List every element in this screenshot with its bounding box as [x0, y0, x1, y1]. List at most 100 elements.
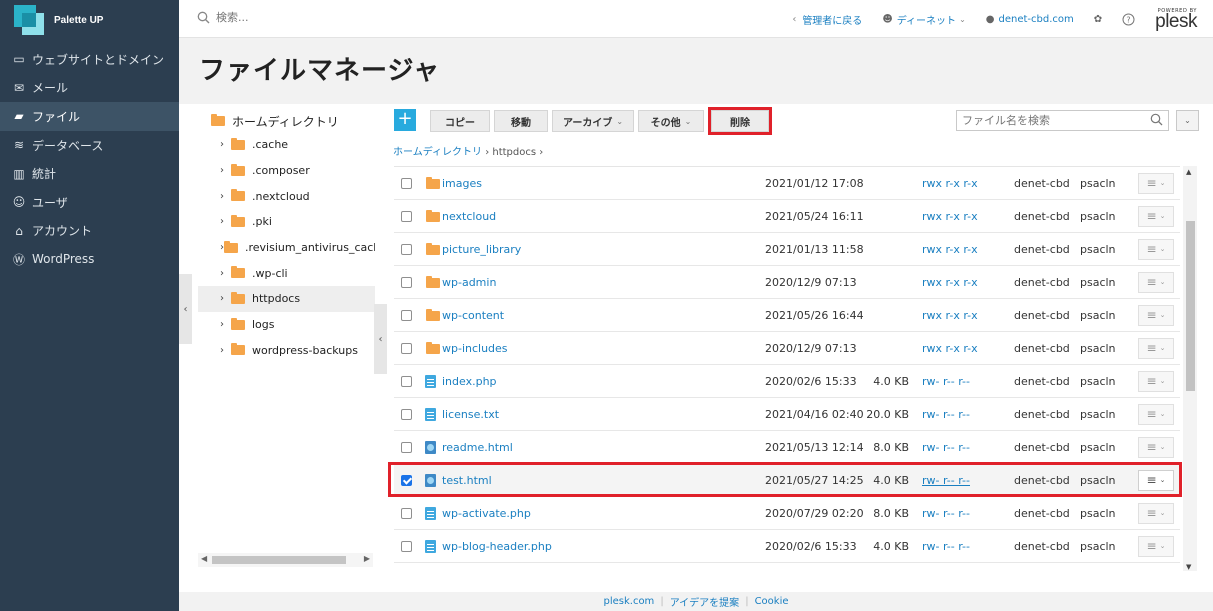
tree-item[interactable]: › .composer: [198, 158, 375, 184]
file-name[interactable]: images: [442, 177, 482, 190]
nav-item-monitor[interactable]: ▭ ウェブサイトとドメイン: [0, 45, 179, 74]
scroll-left-icon[interactable]: ◀: [201, 554, 207, 563]
search-icon[interactable]: [1150, 113, 1168, 129]
chevron-right-icon[interactable]: ›: [220, 139, 231, 150]
move-button[interactable]: 移動: [494, 110, 548, 132]
row-menu-button[interactable]: ≡ ⌄: [1138, 271, 1174, 293]
file-permissions[interactable]: rw- r-- r--: [922, 474, 970, 487]
file-checkbox[interactable]: [401, 540, 412, 552]
user-menu[interactable]: ☻ ディーネット ⌄: [882, 12, 965, 27]
file-row[interactable]: license.txt 2021/04/16 02:40 20.0 KB rw- r-…: [394, 398, 1180, 431]
file-name[interactable]: wp-content: [442, 309, 504, 322]
file-checkbox[interactable]: [401, 276, 412, 288]
footer-link[interactable]: Cookie: [749, 596, 795, 607]
file-permissions[interactable]: rwx r-x r-x: [922, 210, 978, 223]
tree-item[interactable]: › .wp-cli: [198, 260, 375, 286]
file-permissions[interactable]: rwx r-x r-x: [922, 309, 978, 322]
row-menu-button[interactable]: ≡ ⌄: [1138, 304, 1174, 326]
row-menu-button[interactable]: ≡ ⌄: [1138, 535, 1174, 557]
tree-item[interactable]: › .cache: [198, 132, 375, 158]
brand[interactable]: Palette UP: [0, 0, 179, 40]
file-row[interactable]: wp-blog-header.php 2020/02/6 15:33 4.0 KB r…: [394, 530, 1180, 563]
chevron-right-icon[interactable]: ›: [220, 345, 231, 356]
nav-item-user[interactable]: ☺ ユーザ: [0, 188, 179, 217]
chevron-right-icon[interactable]: ›: [220, 165, 231, 176]
file-name[interactable]: test.html: [442, 474, 492, 487]
file-row[interactable]: picture_library 2021/01/13 11:58 rwx r-x r…: [394, 233, 1180, 266]
tree-scroll-thumb[interactable]: [212, 556, 346, 564]
nav-item-stats[interactable]: ▥ 統計: [0, 159, 179, 188]
file-name[interactable]: picture_library: [442, 243, 521, 256]
tree-horizontal-scrollbar[interactable]: ◀ ▶: [198, 553, 373, 567]
file-row[interactable]: index.php 2020/02/6 15:33 4.0 KB rw- r-- r-…: [394, 365, 1180, 398]
collapse-nav-button[interactable]: ‹: [179, 274, 192, 344]
row-menu-button[interactable]: ≡ ⌄: [1138, 370, 1174, 392]
row-menu-button[interactable]: ≡ ⌄: [1138, 172, 1174, 194]
tree-item[interactable]: › .pki: [198, 209, 375, 235]
nav-item-wordpress[interactable]: Ⓦ WordPress: [0, 245, 179, 274]
tree-item[interactable]: › httpdocs: [198, 286, 375, 312]
tree-item[interactable]: › .revisium_antivirus_cache: [198, 235, 375, 261]
file-permissions[interactable]: rw- r-- r--: [922, 441, 970, 454]
file-checkbox[interactable]: [401, 243, 412, 255]
help-icon[interactable]: ?: [1122, 13, 1135, 26]
file-row[interactable]: test.html 2021/05/27 14:25 4.0 KB rw- r-- r…: [394, 464, 1180, 497]
file-row[interactable]: images 2021/01/12 17:08 rwx r-x r-x denet-c…: [394, 167, 1180, 200]
file-permissions[interactable]: rw- r-- r--: [922, 408, 970, 421]
file-checkbox[interactable]: [401, 441, 412, 453]
file-name[interactable]: nextcloud: [442, 210, 496, 223]
file-checkbox[interactable]: [401, 408, 412, 420]
nav-item-database[interactable]: ≋ データベース: [0, 131, 179, 160]
file-name[interactable]: readme.html: [442, 441, 513, 454]
file-permissions[interactable]: rwx r-x r-x: [922, 177, 978, 190]
file-permissions[interactable]: rwx r-x r-x: [922, 276, 978, 289]
file-search[interactable]: [956, 110, 1169, 131]
file-checkbox[interactable]: [401, 210, 412, 222]
tree-item[interactable]: › wordpress-backups: [198, 338, 375, 364]
nav-item-account[interactable]: ⌂ アカウント: [0, 217, 179, 246]
chevron-right-icon[interactable]: ›: [220, 319, 231, 330]
breadcrumb-root[interactable]: ホームディレクトリ: [393, 147, 482, 158]
file-name[interactable]: index.php: [442, 375, 497, 388]
tree-root[interactable]: ホームディレクトリ: [198, 110, 375, 132]
row-menu-button[interactable]: ≡ ⌄: [1138, 205, 1174, 227]
file-permissions[interactable]: rw- r-- r--: [922, 507, 970, 520]
file-permissions[interactable]: rw- r-- r--: [922, 540, 970, 553]
file-list-scroll-thumb[interactable]: [1186, 221, 1195, 391]
file-checkbox[interactable]: [401, 309, 412, 321]
chevron-right-icon[interactable]: ›: [220, 268, 231, 279]
extensions-icon[interactable]: ✿: [1094, 14, 1102, 25]
footer-link[interactable]: plesk.com: [597, 596, 660, 607]
chevron-right-icon[interactable]: ›: [220, 191, 231, 202]
collapse-tree-button[interactable]: ‹: [374, 304, 387, 374]
scroll-up-icon[interactable]: ▲: [1186, 168, 1191, 176]
row-menu-button[interactable]: ≡ ⌄: [1138, 502, 1174, 524]
file-name[interactable]: wp-admin: [442, 276, 496, 289]
file-row[interactable]: wp-activate.php 2020/07/29 02:20 8.0 KB rw-…: [394, 497, 1180, 530]
row-menu-button[interactable]: ≡ ⌄: [1138, 469, 1174, 491]
file-row[interactable]: wp-admin 2020/12/9 07:13 rwx r-x r-x denet-…: [394, 266, 1180, 299]
add-button[interactable]: +: [394, 109, 416, 131]
nav-item-mail[interactable]: ✉ メール: [0, 74, 179, 103]
file-list-scrollbar[interactable]: ▲ ▼: [1183, 166, 1197, 571]
back-to-admin-link[interactable]: ‹ 管理者に戻る: [792, 12, 862, 27]
global-search-input[interactable]: [216, 11, 416, 24]
file-permissions[interactable]: rwx r-x r-x: [922, 342, 978, 355]
tree-item[interactable]: › logs: [198, 312, 375, 338]
file-row[interactable]: nextcloud 2021/05/24 16:11 rwx r-x r-x dene…: [394, 200, 1180, 233]
copy-button[interactable]: コピー: [430, 110, 490, 132]
domain-link[interactable]: ● denet-cbd.com: [986, 14, 1074, 25]
file-row[interactable]: wp-includes 2020/12/9 07:13 rwx r-x r-x den…: [394, 332, 1180, 365]
file-checkbox[interactable]: [401, 474, 412, 486]
file-name[interactable]: wp-blog-header.php: [442, 540, 552, 553]
file-row[interactable]: wp-content 2021/05/26 16:44 rwx r-x r-x den…: [394, 299, 1180, 332]
row-menu-button[interactable]: ≡ ⌄: [1138, 337, 1174, 359]
row-menu-button[interactable]: ≡ ⌄: [1138, 436, 1174, 458]
file-row[interactable]: readme.html 2021/05/13 12:14 8.0 KB rw- r--…: [394, 431, 1180, 464]
file-name[interactable]: wp-includes: [442, 342, 508, 355]
global-search[interactable]: [197, 11, 416, 24]
search-options-dropdown[interactable]: ⌄: [1176, 110, 1199, 131]
scroll-down-icon[interactable]: ▼: [1186, 563, 1191, 571]
chevron-right-icon[interactable]: ›: [220, 293, 231, 304]
file-checkbox[interactable]: [401, 375, 412, 387]
